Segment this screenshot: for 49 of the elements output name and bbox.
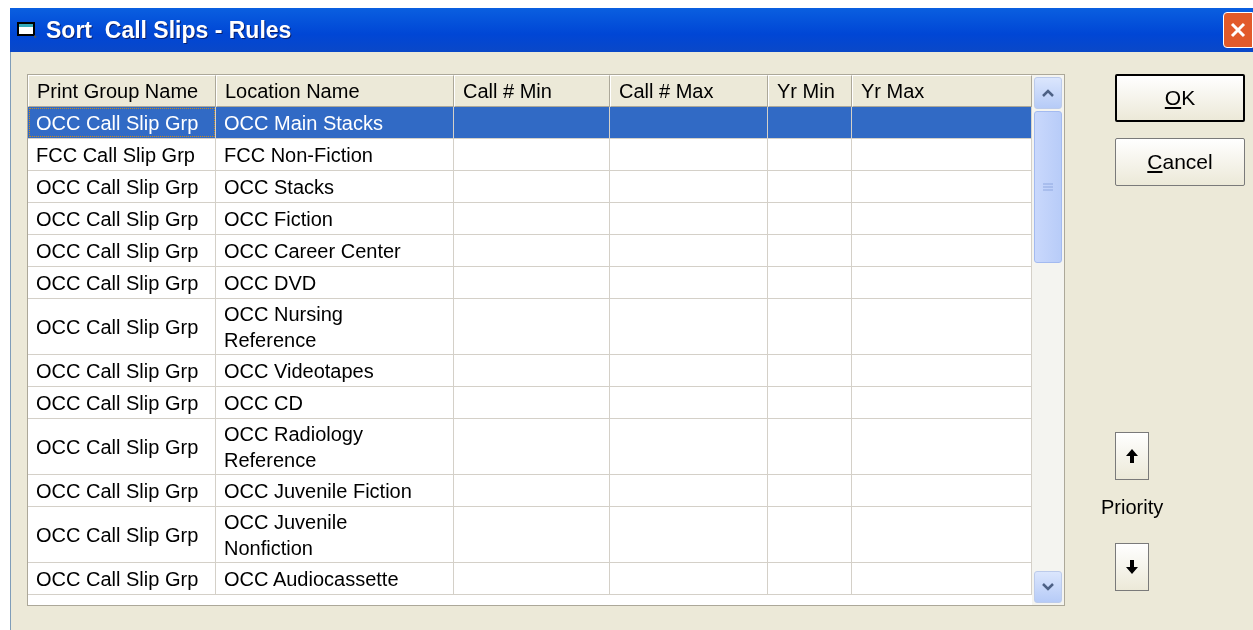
cancel-button[interactable]: Cancel [1115, 138, 1245, 186]
table-cell-text: OCC Call Slip Grp [36, 271, 199, 296]
table-cell-text: OCC Juvenile Nonfiction [224, 510, 349, 561]
table-row[interactable]: OCC Call Slip Grp OCC Stacks [28, 171, 1032, 203]
table-row[interactable]: OCC Call Slip Grp OCC Audiocassette [28, 563, 1032, 595]
table-row[interactable]: FCC Call Slip Grp FCC Non-Fiction [28, 139, 1032, 171]
table-cell-text: OCC Radiology Reference [224, 422, 364, 473]
table-cell-text: OCC Call Slip Grp [36, 315, 199, 340]
table-row[interactable]: OCC Call Slip Grp OCC Fiction [28, 203, 1032, 235]
table-cell-text: OCC Stacks [224, 175, 335, 200]
column-header[interactable]: Yr Max [852, 75, 1032, 107]
table-cell-text: OCC Call Slip Grp [36, 207, 199, 232]
table-cell-text: OCC Call Slip Grp [36, 111, 199, 136]
table-cell-text: OCC Call Slip Grp [36, 359, 199, 384]
table-cell-text: OCC CD [224, 391, 303, 416]
table-row[interactable]: OCC Call Slip Grp OCC DVD [28, 267, 1032, 299]
table-cell-text: FCC Call Slip Grp [36, 143, 195, 168]
table-cell-text: OCC Call Slip Grp [36, 523, 199, 548]
column-header[interactable]: Call # Max [610, 75, 768, 107]
window-title: Sort Call Slips - Rules [46, 16, 292, 44]
table-cell-text: OCC Career Center [224, 239, 401, 264]
table-cell-text: OCC Call Slip Grp [36, 391, 199, 416]
column-header[interactable]: Yr Min [768, 75, 852, 107]
table-cell-text: OCC Nursing Reference [224, 302, 344, 353]
table-cell-text: OCC Videotapes [224, 359, 374, 384]
table-cell-text: OCC Call Slip Grp [36, 175, 199, 200]
table-cell-text: OCC Juvenile Fiction [224, 479, 412, 504]
table-row[interactable]: OCC Call Slip Grp OCC Juvenile Nonfiction [28, 507, 1032, 563]
table-cell-text: OCC Call Slip Grp [36, 435, 199, 460]
table-row[interactable]: OCC Call Slip Grp OCC Career Center [28, 235, 1032, 267]
table-row[interactable]: OCC Call Slip Grp OCC Radiology Reference [28, 419, 1032, 475]
table-row[interactable]: OCC Call Slip Grp OCC Videotapes [28, 355, 1032, 387]
table-row[interactable]: OCC Call Slip Grp OCC CD [28, 387, 1032, 419]
table-row[interactable]: OCC Call Slip Grp OCC Nursing Reference [28, 299, 1032, 355]
table-cell-text: OCC Call Slip Grp [36, 479, 199, 504]
table-cell-text: OCC Fiction [224, 207, 333, 232]
column-header[interactable]: Print Group Name [28, 75, 216, 107]
table-cell-text: OCC Call Slip Grp [36, 567, 199, 592]
table-cell-text: OCC DVD [224, 271, 317, 296]
ok-button[interactable]: OK [1115, 74, 1245, 122]
priority-label: Priority [1101, 496, 1164, 519]
table-cell-text: OCC Audiocassette [224, 567, 399, 592]
column-header[interactable]: Location Name [216, 75, 454, 107]
table-cell-text: OCC Main Stacks [224, 111, 383, 136]
table-row[interactable]: OCC Call Slip Grp OCC Main Stacks [28, 107, 1032, 139]
table-cell-text: FCC Non-Fiction [224, 143, 373, 168]
table-cell-text: OCC Call Slip Grp [36, 239, 199, 264]
column-header[interactable]: Call # Min [454, 75, 610, 107]
table-row[interactable]: OCC Call Slip Grp OCC Juvenile Fiction [28, 475, 1032, 507]
